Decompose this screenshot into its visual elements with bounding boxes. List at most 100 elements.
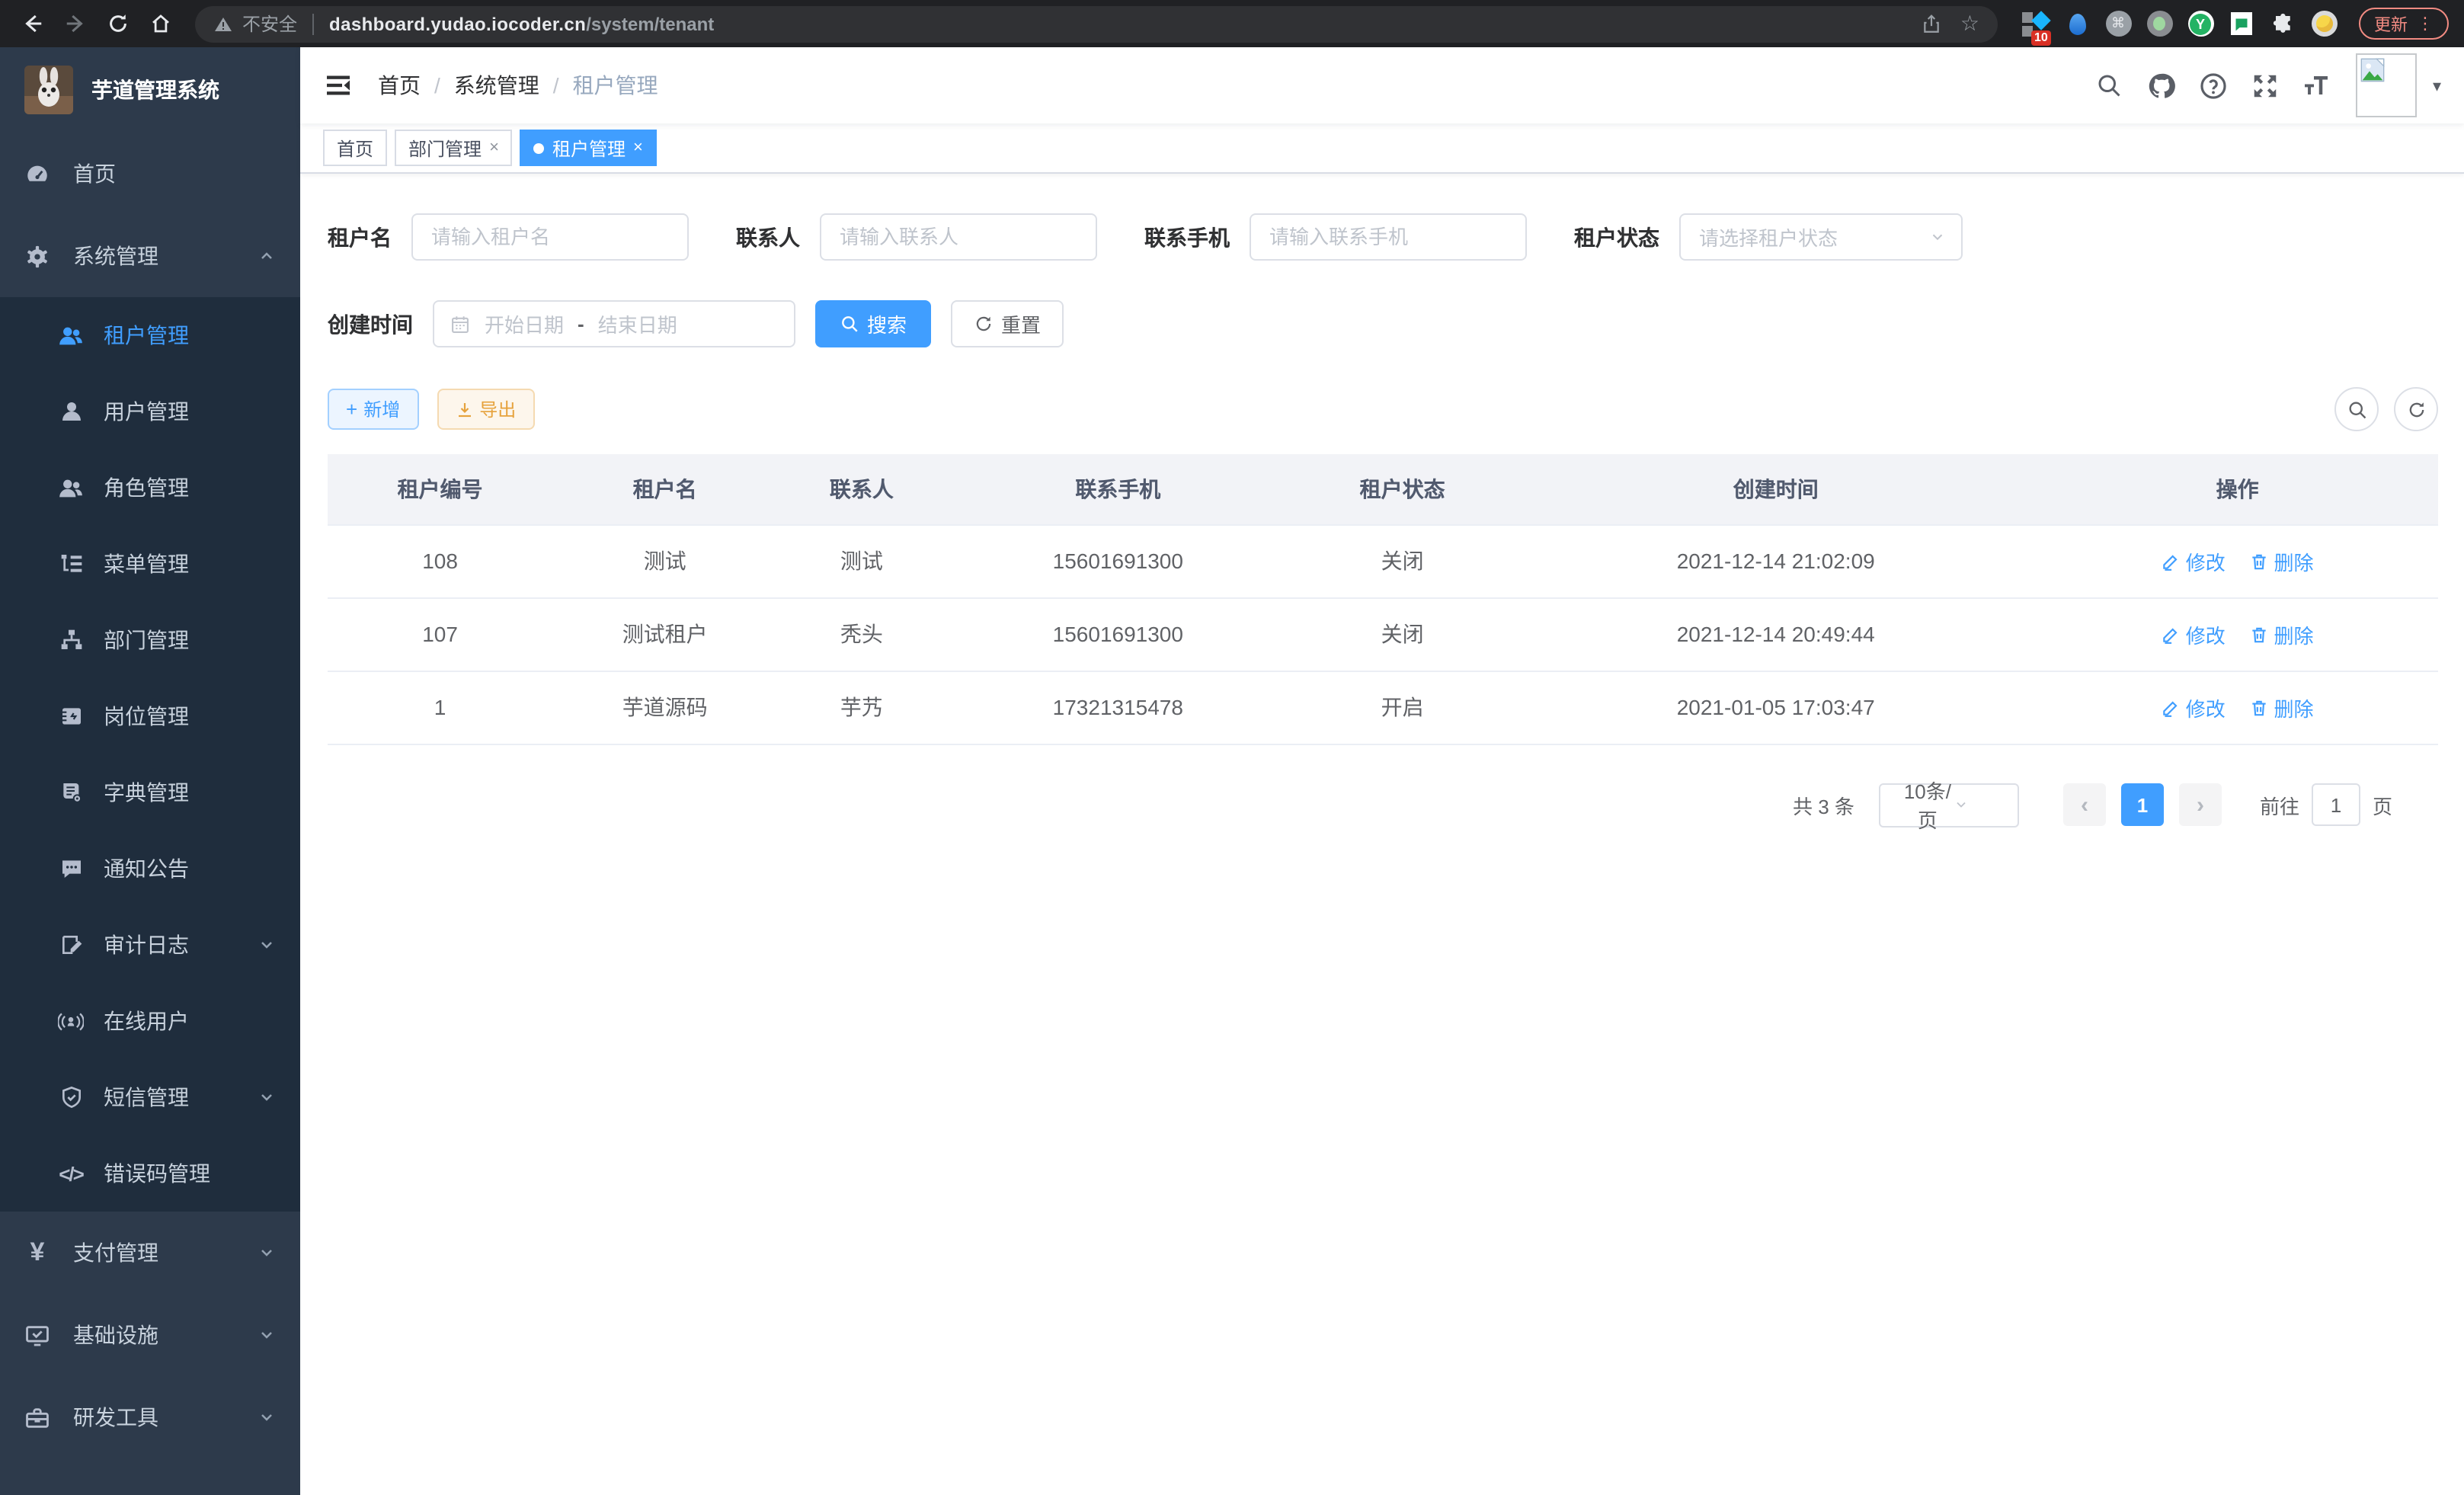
plus-icon: + (346, 398, 357, 421)
sidebar-item-home[interactable]: 首页 (0, 133, 300, 215)
chevron-down-icon (258, 1326, 276, 1344)
sidebar-item-devtools[interactable]: 研发工具 (0, 1376, 300, 1458)
refresh-table-button[interactable] (2394, 387, 2438, 431)
balloon-extension-icon[interactable] (2063, 10, 2091, 37)
sidebar-item-audit-log[interactable]: 审计日志 (0, 907, 300, 983)
sidebar-fold-icon[interactable] (323, 70, 354, 101)
export-button[interactable]: 导出 (437, 389, 534, 430)
font-size-icon[interactable] (2302, 70, 2332, 101)
col-actions: 操作 (2037, 454, 2438, 524)
chat-extension-icon[interactable] (2228, 10, 2255, 37)
org-chart-icon (58, 627, 84, 653)
share-icon[interactable] (1922, 13, 1942, 34)
goto-page-input[interactable] (2312, 783, 2360, 826)
forward-icon[interactable] (58, 7, 91, 40)
breadcrumb-system[interactable]: 系统管理 (454, 70, 539, 101)
profile-avatar-icon[interactable] (2310, 10, 2338, 37)
close-icon[interactable]: × (489, 139, 499, 157)
sidebar-item-sms[interactable]: 短信管理 (0, 1059, 300, 1135)
select-caret-icon (1929, 229, 1946, 245)
add-button[interactable]: + 新增 (328, 389, 418, 430)
show-search-button[interactable] (2334, 387, 2379, 431)
url-host[interactable]: dashboard.yudao.iocoder.cn (329, 13, 586, 34)
address-bar[interactable]: 不安全 dashboard.yudao.iocoder.cn /system/t… (195, 5, 1998, 42)
sidebar-item-online-user[interactable]: 在线用户 (0, 983, 300, 1059)
sidebar-item-error-code[interactable]: </> 错误码管理 (0, 1135, 300, 1212)
error-code-icon: </> (58, 1160, 84, 1186)
delete-link[interactable]: 删除 (2250, 619, 2314, 648)
fullscreen-icon[interactable] (2250, 70, 2280, 101)
close-icon[interactable]: × (633, 139, 643, 157)
logo-row[interactable]: 芋道管理系统 (0, 47, 300, 133)
sidebar-item-dict[interactable]: 字典管理 (0, 754, 300, 831)
sidebar-item-user[interactable]: 用户管理 (0, 373, 300, 450)
phone-input[interactable] (1250, 213, 1527, 261)
puzzle-extensions-icon[interactable] (2269, 10, 2296, 37)
created-time-filter: 创建时间 开始日期 - 结束日期 (328, 300, 795, 347)
filter-row-2: 创建时间 开始日期 - 结束日期 搜索 (328, 300, 2438, 347)
tag-tenant-active[interactable]: 租户管理 × (520, 130, 657, 166)
chevron-down-icon (258, 1408, 276, 1426)
reload-icon[interactable] (101, 7, 134, 40)
sidebar-item-menu[interactable]: 菜单管理 (0, 526, 300, 602)
breadcrumb-separator: / (434, 73, 440, 98)
delete-link[interactable]: 删除 (2250, 693, 2314, 722)
green-y-extension-icon[interactable]: Y (2187, 10, 2214, 37)
total-count: 共 3 条 (1793, 790, 1854, 819)
security-label[interactable]: 不安全 (242, 11, 297, 37)
date-start-placeholder[interactable]: 开始日期 (485, 309, 564, 338)
tenant-name-filter: 租户名 (328, 213, 689, 261)
extension-squares-icon[interactable]: 10 (2022, 10, 2050, 37)
sidebar-item-tenant[interactable]: 租户管理 (0, 297, 300, 373)
delete-link[interactable]: 删除 (2250, 546, 2314, 575)
page-size-select[interactable]: 10条/页 (1879, 783, 2019, 827)
bookmark-star-icon[interactable]: ☆ (1960, 11, 1979, 37)
sidebar: 芋道管理系统 首页 系统管理 (0, 47, 300, 1495)
sidebar-item-payment[interactable]: ¥ 支付管理 (0, 1212, 300, 1294)
main-area: 首页 / 系统管理 / 租户管理 (300, 47, 2464, 1495)
sidebar-item-post[interactable]: 岗位管理 (0, 678, 300, 754)
dashboard-icon (24, 161, 50, 187)
date-end-placeholder[interactable]: 结束日期 (598, 309, 677, 338)
avatar-caret-icon[interactable]: ▾ (2433, 75, 2441, 95)
recorder-extension-icon[interactable] (2146, 10, 2173, 37)
github-icon[interactable] (2146, 70, 2177, 101)
command-extension-icon[interactable]: ⌘ (2104, 10, 2132, 37)
user-avatar[interactable] (2357, 53, 2418, 117)
edit-link[interactable]: 修改 (2162, 546, 2226, 575)
search-button[interactable]: 搜索 (815, 300, 931, 347)
sidebar-item-role[interactable]: 角色管理 (0, 450, 300, 526)
reset-button[interactable]: 重置 (951, 300, 1064, 347)
contact-input[interactable] (820, 213, 1097, 261)
help-icon[interactable] (2198, 70, 2229, 101)
url-path[interactable]: /system/tenant (586, 13, 714, 34)
tag-home[interactable]: 首页 (323, 130, 387, 166)
tenant-name-input[interactable] (411, 213, 689, 261)
col-status: 租户状态 (1290, 454, 1515, 524)
edit-link[interactable]: 修改 (2162, 693, 2226, 722)
col-contact: 联系人 (777, 454, 946, 524)
calendar-icon (450, 313, 471, 335)
prev-page-button[interactable]: ‹ (2063, 783, 2106, 826)
header-search-icon[interactable] (2094, 70, 2125, 101)
date-range-picker[interactable]: 开始日期 - 结束日期 (433, 300, 795, 347)
status-value: 关闭 (1290, 597, 1515, 671)
back-icon[interactable] (15, 7, 49, 40)
table-row: 1 芋道源码 芋艿 17321315478 开启 2021-01-05 17:0… (328, 671, 2438, 744)
browser-menu-icon[interactable]: ⋮ (2417, 14, 2434, 34)
tenant-name-label: 租户名 (328, 222, 392, 252)
status-select[interactable]: 请选择租户状态 (1679, 213, 1963, 261)
edit-link[interactable]: 修改 (2162, 619, 2226, 648)
sidebar-item-system[interactable]: 系统管理 (0, 215, 300, 297)
tag-dept[interactable]: 部门管理 × (395, 130, 513, 166)
current-page-button[interactable]: 1 (2121, 783, 2164, 826)
breadcrumb-home[interactable]: 首页 (378, 70, 421, 101)
sidebar-item-dept[interactable]: 部门管理 (0, 602, 300, 678)
sidebar-item-infra[interactable]: 基础设施 (0, 1294, 300, 1376)
sidebar-item-notice[interactable]: 通知公告 (0, 831, 300, 907)
app-title: 芋道管理系统 (91, 75, 219, 105)
update-button[interactable]: 更新 ⋮ (2359, 8, 2449, 40)
col-created: 创建时间 (1515, 454, 2037, 524)
next-page-button[interactable]: › (2179, 783, 2222, 826)
home-icon[interactable] (143, 7, 177, 40)
